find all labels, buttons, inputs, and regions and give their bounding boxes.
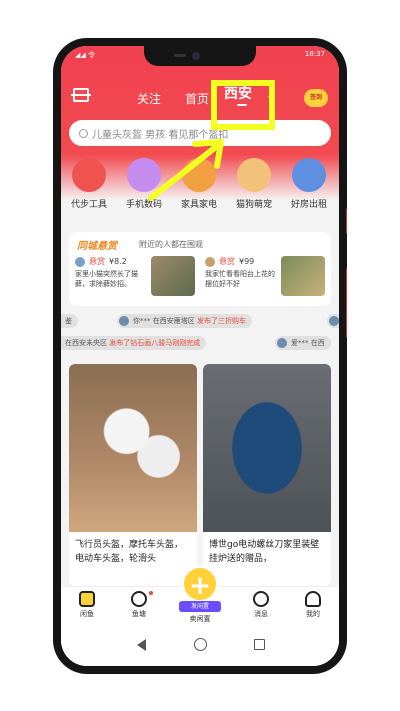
back-icon[interactable]	[137, 639, 146, 651]
tab-home[interactable]: 首页	[185, 90, 209, 107]
volume-button	[346, 268, 347, 338]
tab-mine[interactable]: 我的	[293, 591, 333, 619]
fishpond-icon	[131, 591, 147, 607]
category-appliances[interactable]: 家具家电	[173, 158, 225, 210]
ticker-item: 鉴	[61, 314, 78, 328]
tab-label: 鱼塘	[132, 610, 146, 618]
search-placeholder: 儿童头灰盔 男孩 看见那个盔扣	[92, 129, 229, 141]
user-icon	[305, 591, 321, 607]
category-scooter[interactable]: 代步工具	[63, 158, 115, 210]
ticker-text: 你*** 在西安雁塔区	[133, 317, 195, 325]
reward-label: 悬赏	[219, 257, 235, 266]
avatar	[119, 316, 129, 326]
tab-underline	[237, 104, 247, 106]
front-camera	[192, 52, 200, 60]
reward-amount: ¥8.2	[109, 257, 127, 266]
category-label: 家具家电	[180, 200, 217, 210]
product-card[interactable]: 飞行员头盔，摩托车头盔，电动车头盔，轮滑头	[69, 364, 197, 586]
speaker	[174, 54, 186, 57]
ticker-text: 爱*** 在西	[291, 339, 325, 347]
product-image	[203, 364, 331, 532]
bounty-desc: 我家忙看看阳台上花的摆位好不好	[205, 270, 275, 288]
bounty-item[interactable]: 悬赏 ¥99 我家忙看看阳台上花的摆位好不好	[205, 256, 329, 302]
category-phones[interactable]: 手机数码	[118, 158, 170, 210]
avatar	[329, 316, 339, 326]
top-nav: 关注 首页 西安 ⌄ 签到	[61, 82, 339, 112]
tab-label: 消息	[254, 610, 268, 618]
cat-icon	[237, 158, 271, 192]
sell-button[interactable]: +	[181, 565, 219, 603]
avatar	[205, 256, 215, 267]
ticker-item[interactable]: 在西安未央区 发布了钻石画八骏马刚刚完成	[61, 336, 207, 350]
ticker-highlight: 发布了钻石画八骏马刚刚完成	[109, 339, 201, 347]
tab-label: 闲鱼	[80, 610, 94, 618]
scan-icon[interactable]	[71, 88, 91, 102]
status-time: 18:37	[304, 50, 325, 58]
ticker-item: 爱	[327, 314, 339, 328]
system-nav-bar	[61, 626, 339, 666]
activity-ticker: 鉴 你*** 在西安雁塔区 发布了三折购车 爱 在西安未央区 发布了钻石画八骏马…	[61, 312, 339, 356]
bottom-tab-bar: 闲鱼 鱼塘 + 发闲置 卖闲置 消息 我的	[61, 565, 339, 626]
bounty-item[interactable]: 悬赏 ¥8.2 家里小猫突然长了猫藓，求除藓妙招。	[75, 256, 199, 302]
ticker-text: 鉴	[65, 317, 72, 325]
tab-xianyu[interactable]: 闲鱼	[67, 591, 107, 619]
category-label: 好房出租	[290, 200, 327, 210]
recents-icon[interactable]	[254, 639, 265, 650]
scooter-icon	[72, 158, 106, 192]
bounty-thumbnail	[281, 256, 325, 296]
tab-city[interactable]: 西安	[224, 83, 252, 103]
checkin-button[interactable]: 签到	[304, 89, 328, 107]
app-screen: ◢◢ 令 18:37 关注 首页 西安 ⌄ 签到 儿童头灰盔 男孩 看见那个盔扣	[61, 46, 339, 666]
notification-dot	[149, 591, 153, 595]
tab-fishpond[interactable]: 鱼塘	[119, 591, 159, 619]
category-label: 猫狗萌宠	[235, 200, 272, 210]
sell-label[interactable]: 卖闲置	[180, 614, 220, 624]
category-rentals[interactable]: 好房出租	[283, 158, 335, 210]
category-label: 代步工具	[70, 200, 107, 210]
category-pets[interactable]: 猫狗萌宠	[228, 158, 280, 210]
ticker-highlight: 发布了三折购车	[196, 317, 246, 325]
phone-frame: ◢◢ 令 18:37 关注 首页 西安 ⌄ 签到 儿童头灰盔 男孩 看见那个盔扣	[53, 38, 347, 674]
product-title: 博世go电动螺丝刀家里装壁挂炉送的赠品，	[209, 540, 320, 564]
product-image	[69, 364, 197, 532]
home-icon	[79, 591, 95, 607]
avatar	[75, 256, 85, 267]
chat-icon	[253, 591, 269, 607]
bounty-subtitle: 附近的人都在围观	[139, 240, 203, 249]
ticker-item[interactable]: 你*** 在西安雁塔区 发布了三折购车	[117, 314, 252, 328]
tab-messages[interactable]: 消息	[241, 591, 281, 619]
bounty-card[interactable]: 同城悬赏 附近的人都在围观 悬赏 ¥8.2 家里小猫突然长了猫藓，求除藓妙招。 …	[69, 232, 331, 306]
bounty-desc: 家里小猫突然长了猫藓，求除藓妙招。	[75, 270, 138, 288]
category-row: 代步工具 手机数码 家具家电 猫狗萌宠 好房出租	[61, 158, 339, 230]
category-label: 手机数码	[125, 200, 162, 210]
home-circle-icon[interactable]	[194, 638, 207, 651]
bounty-thumbnail	[151, 256, 195, 296]
power-button	[346, 208, 347, 234]
chevron-down-icon[interactable]: ⌄	[266, 91, 274, 101]
tab-label: 我的	[306, 610, 320, 618]
notch	[144, 46, 256, 66]
house-icon	[292, 158, 326, 192]
appliance-icon	[182, 158, 216, 192]
product-card[interactable]: 博世go电动螺丝刀家里装壁挂炉送的赠品，	[203, 364, 331, 586]
phone-icon	[127, 158, 161, 192]
sell-badge: 发闲置	[179, 601, 221, 612]
search-bar[interactable]: 儿童头灰盔 男孩 看见那个盔扣	[69, 120, 331, 146]
signal-indicator: ◢◢ 令	[75, 51, 95, 59]
avatar	[277, 338, 287, 348]
ticker-item[interactable]: 爱*** 在西	[275, 336, 331, 350]
tab-follow[interactable]: 关注	[137, 90, 161, 107]
reward-amount: ¥99	[239, 257, 255, 266]
ticker-text: 在西安未央区	[65, 339, 107, 347]
bounty-title: 同城悬赏	[77, 241, 117, 252]
product-title: 飞行员头盔，摩托车头盔，电动车头盔，轮滑头	[75, 540, 184, 564]
reward-label: 悬赏	[89, 257, 105, 266]
search-icon	[79, 128, 88, 138]
